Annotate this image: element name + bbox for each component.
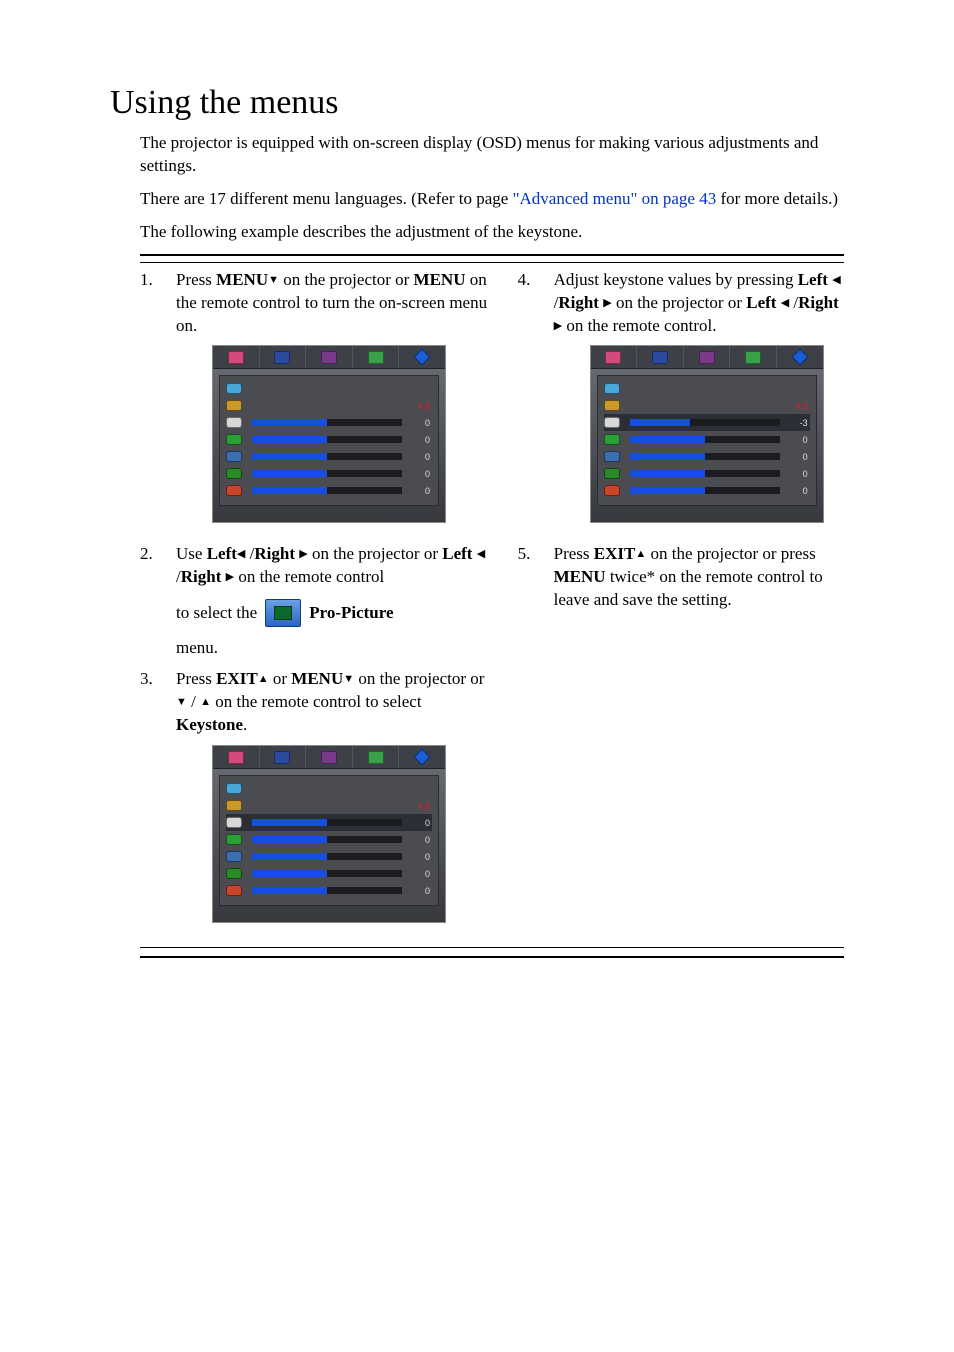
divider-bottom-thin: [140, 947, 844, 948]
osd-screenshot-3: 4:3-30000: [590, 345, 824, 523]
step-4: 4. Adjust keystone values by pressing Le…: [518, 269, 844, 536]
down-triangle-icon: ▼: [176, 696, 187, 708]
up-triangle-icon: ▲: [258, 673, 269, 685]
down-triangle-icon: ▼: [343, 673, 354, 685]
down-triangle-icon: ▼: [268, 274, 279, 286]
divider-bottom-thick: [140, 956, 844, 958]
intro-paragraph-1: The projector is equipped with on-screen…: [140, 132, 844, 178]
left-triangle-icon: ◀: [237, 548, 245, 560]
right-triangle-icon: ▶: [554, 320, 562, 332]
page-title: Using the menus: [110, 80, 844, 126]
osd-screenshot-2: 4:300000: [212, 745, 446, 923]
pro-picture-icon: [265, 599, 301, 627]
intro-paragraph-3: The following example describes the adju…: [140, 221, 844, 244]
right-triangle-icon: ▶: [299, 548, 307, 560]
advanced-menu-link[interactable]: "Advanced menu" on page 43: [513, 189, 717, 208]
step-2: 2. Use Left◀ /Right ▶ on the projector o…: [140, 543, 494, 660]
right-triangle-icon: ▶: [226, 571, 234, 583]
step-num: 5.: [518, 543, 540, 612]
left-triangle-icon: ◀: [477, 548, 485, 560]
step-num: 4.: [518, 269, 540, 536]
intro-paragraph-2: There are 17 different menu languages. (…: [140, 188, 844, 211]
divider-top-thick: [140, 254, 844, 256]
pro-picture-label: Pro-Picture: [309, 602, 393, 625]
right-triangle-icon: ▶: [603, 297, 611, 309]
step-1: 1. Press MENU▼ on the projector or MENU …: [140, 269, 494, 536]
step-num: 1.: [140, 269, 162, 536]
step-num: 2.: [140, 543, 162, 660]
step-3: 3. Press EXIT▲ or MENU▼ on the projector…: [140, 668, 494, 935]
up-triangle-icon: ▲: [635, 548, 646, 560]
left-triangle-icon: ◀: [832, 274, 840, 286]
step-5: 5. Press EXIT▲ on the projector or press…: [518, 543, 844, 612]
osd-screenshot-1: 4:300000: [212, 345, 446, 523]
left-triangle-icon: ◀: [781, 297, 789, 309]
divider-top-thin: [140, 262, 844, 263]
up-triangle-icon: ▲: [200, 696, 211, 708]
step-num: 3.: [140, 668, 162, 935]
